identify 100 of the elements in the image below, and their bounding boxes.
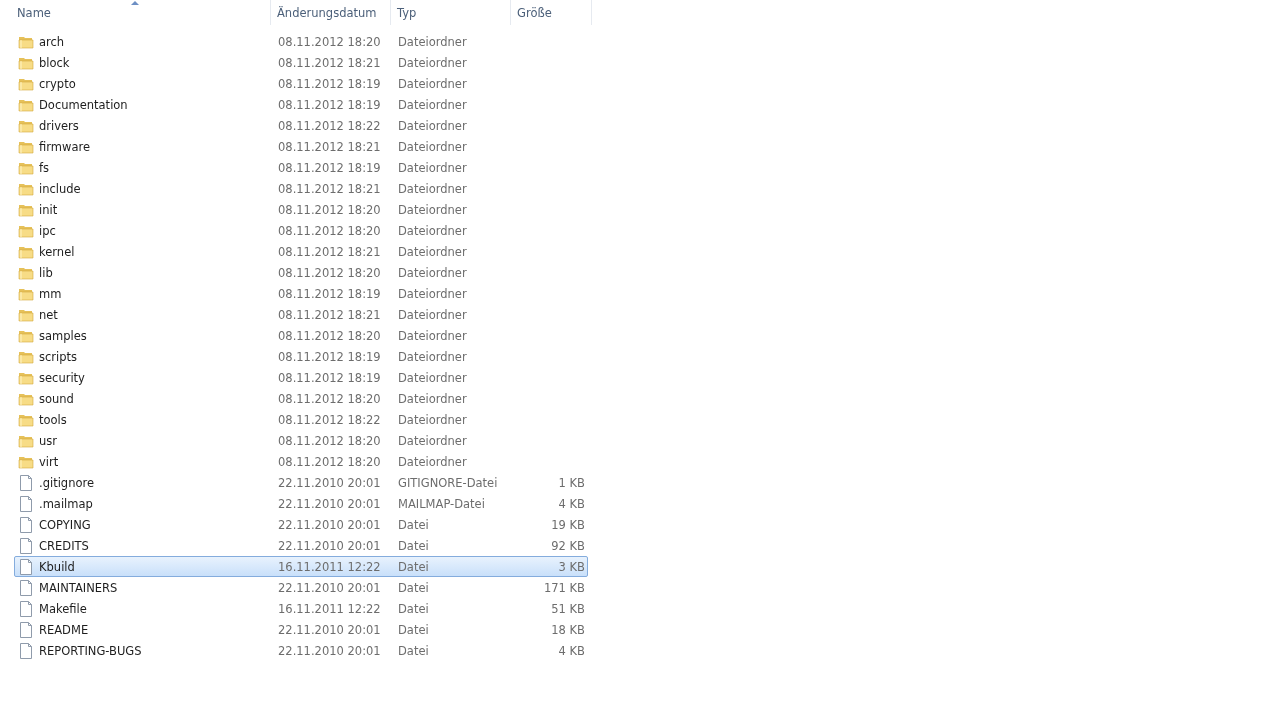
type-cell: Dateiordner — [398, 244, 467, 259]
date-cell: 08.11.2012 18:19 — [278, 160, 381, 175]
size-cell: 3 KB — [558, 559, 585, 574]
type-cell: Dateiordner — [398, 433, 467, 448]
file-name: include — [39, 181, 81, 196]
file-row[interactable]: usr 08.11.2012 18:20 Dateiordner — [14, 430, 588, 451]
date-cell: 08.11.2012 18:20 — [278, 34, 381, 49]
file-name: usr — [39, 433, 57, 448]
date-cell: 22.11.2010 20:01 — [278, 475, 381, 490]
date-cell: 22.11.2010 20:01 — [278, 496, 381, 511]
type-cell: Datei — [398, 643, 429, 658]
file-row[interactable]: net 08.11.2012 18:21 Dateiordner — [14, 304, 588, 325]
file-row[interactable]: include 08.11.2012 18:21 Dateiordner — [14, 178, 588, 199]
file-name: fs — [39, 160, 50, 175]
file-row[interactable]: .mailmap 22.11.2010 20:01 MAILMAP-Datei 4 KB — [14, 493, 588, 514]
column-header[interactable]: Änderungsdatum — [271, 0, 391, 25]
file-row[interactable]: Kbuild 16.11.2011 12:22 Datei 3 KB — [14, 556, 588, 577]
date-cell: 22.11.2010 20:01 — [278, 538, 381, 553]
file-name: init — [39, 202, 58, 217]
type-cell: Dateiordner — [398, 76, 467, 91]
date-cell: 22.11.2010 20:01 — [278, 643, 381, 658]
file-row[interactable]: sound 08.11.2012 18:20 Dateiordner — [14, 388, 588, 409]
date-cell: 22.11.2010 20:01 — [278, 517, 381, 532]
size-cell: 19 KB — [551, 517, 585, 532]
size-cell: 171 KB — [543, 580, 585, 595]
file-row[interactable]: README 22.11.2010 20:01 Datei 18 KB — [14, 619, 588, 640]
file-name: Documentation — [39, 97, 128, 112]
file-row[interactable]: block 08.11.2012 18:21 Dateiordner — [14, 52, 588, 73]
file-row[interactable]: .gitignore 22.11.2010 20:01 GITIGNORE-Datei 1 KB — [14, 472, 588, 493]
file-row[interactable]: drivers 08.11.2012 18:22 Dateiordner — [14, 115, 588, 136]
file-row[interactable]: CREDITS 22.11.2010 20:01 Datei 92 KB — [14, 535, 588, 556]
file-row[interactable]: mm 08.11.2012 18:19 Dateiordner — [14, 283, 588, 304]
file-row[interactable]: kernel 08.11.2012 18:21 Dateiordner — [14, 241, 588, 262]
type-cell: Dateiordner — [398, 265, 467, 280]
type-cell: Dateiordner — [398, 307, 467, 322]
document-icon — [18, 642, 34, 659]
file-name: .gitignore — [39, 475, 95, 490]
file-name: Kbuild — [39, 559, 75, 574]
file-name: kernel — [39, 244, 75, 259]
type-cell: Dateiordner — [398, 34, 467, 49]
file-row[interactable]: security 08.11.2012 18:19 Dateiordner — [14, 367, 588, 388]
file-name: mm — [39, 286, 62, 301]
type-cell: Dateiordner — [398, 349, 467, 364]
file-row[interactable]: MAINTAINERS 22.11.2010 20:01 Datei 171 KB — [14, 577, 588, 598]
column-header[interactable]: Typ — [391, 0, 511, 25]
file-row[interactable]: crypto 08.11.2012 18:19 Dateiordner — [14, 73, 588, 94]
type-cell: Datei — [398, 517, 429, 532]
file-row[interactable]: arch 08.11.2012 18:20 Dateiordner — [14, 31, 588, 52]
file-name: security — [39, 370, 85, 385]
column-header[interactable]: Größe — [511, 0, 592, 25]
date-cell: 22.11.2010 20:01 — [278, 580, 381, 595]
file-name: net — [39, 307, 58, 322]
date-cell: 16.11.2011 12:22 — [278, 559, 381, 574]
size-cell: 92 KB — [551, 538, 585, 553]
file-row[interactable]: firmware 08.11.2012 18:21 Dateiordner — [14, 136, 588, 157]
file-row[interactable]: Makefile 16.11.2011 12:22 Datei 51 KB — [14, 598, 588, 619]
file-row[interactable]: virt 08.11.2012 18:20 Dateiordner — [14, 451, 588, 472]
document-icon — [18, 495, 34, 512]
type-cell: Dateiordner — [398, 328, 467, 343]
type-cell: GITIGNORE-Datei — [398, 475, 498, 490]
file-name: Makefile — [39, 601, 87, 616]
file-name: .mailmap — [39, 496, 93, 511]
file-row[interactable]: lib 08.11.2012 18:20 Dateiordner — [14, 262, 588, 283]
type-cell: MAILMAP-Datei — [398, 496, 485, 511]
date-cell: 08.11.2012 18:21 — [278, 55, 381, 70]
type-cell: Dateiordner — [398, 139, 467, 154]
file-row[interactable]: samples 08.11.2012 18:20 Dateiordner — [14, 325, 588, 346]
file-name: REPORTING-BUGS — [39, 643, 142, 658]
file-row[interactable]: REPORTING-BUGS 22.11.2010 20:01 Datei 4 KB — [14, 640, 588, 661]
file-name: ipc — [39, 223, 56, 238]
size-cell: 4 KB — [558, 643, 585, 658]
file-row[interactable]: Documentation 08.11.2012 18:19 Dateiordner — [14, 94, 588, 115]
date-cell: 08.11.2012 18:19 — [278, 76, 381, 91]
file-row[interactable]: scripts 08.11.2012 18:19 Dateiordner — [14, 346, 588, 367]
file-name: COPYING — [39, 517, 91, 532]
file-name: scripts — [39, 349, 78, 364]
file-row[interactable]: fs 08.11.2012 18:19 Dateiordner — [14, 157, 588, 178]
type-cell: Dateiordner — [398, 412, 467, 427]
column-header[interactable]: Name — [0, 0, 271, 25]
size-cell: 18 KB — [551, 622, 585, 637]
type-cell: Datei — [398, 538, 429, 553]
file-row[interactable]: tools 08.11.2012 18:22 Dateiordner — [14, 409, 588, 430]
file-row[interactable]: ipc 08.11.2012 18:20 Dateiordner — [14, 220, 588, 241]
file-name: virt — [39, 454, 59, 469]
file-name: drivers — [39, 118, 79, 133]
type-cell: Dateiordner — [398, 286, 467, 301]
date-cell: 08.11.2012 18:19 — [278, 286, 381, 301]
date-cell: 08.11.2012 18:20 — [278, 265, 381, 280]
file-name: sound — [39, 391, 74, 406]
file-row[interactable]: COPYING 22.11.2010 20:01 Datei 19 KB — [14, 514, 588, 535]
file-name: firmware — [39, 139, 90, 154]
document-icon — [18, 537, 34, 554]
file-row[interactable]: init 08.11.2012 18:20 Dateiordner — [14, 199, 588, 220]
document-icon — [18, 600, 34, 617]
size-cell: 1 KB — [558, 475, 585, 490]
file-name: arch — [39, 34, 65, 49]
type-cell: Dateiordner — [398, 181, 467, 196]
type-cell: Dateiordner — [398, 202, 467, 217]
type-cell: Dateiordner — [398, 160, 467, 175]
date-cell: 08.11.2012 18:22 — [278, 118, 381, 133]
